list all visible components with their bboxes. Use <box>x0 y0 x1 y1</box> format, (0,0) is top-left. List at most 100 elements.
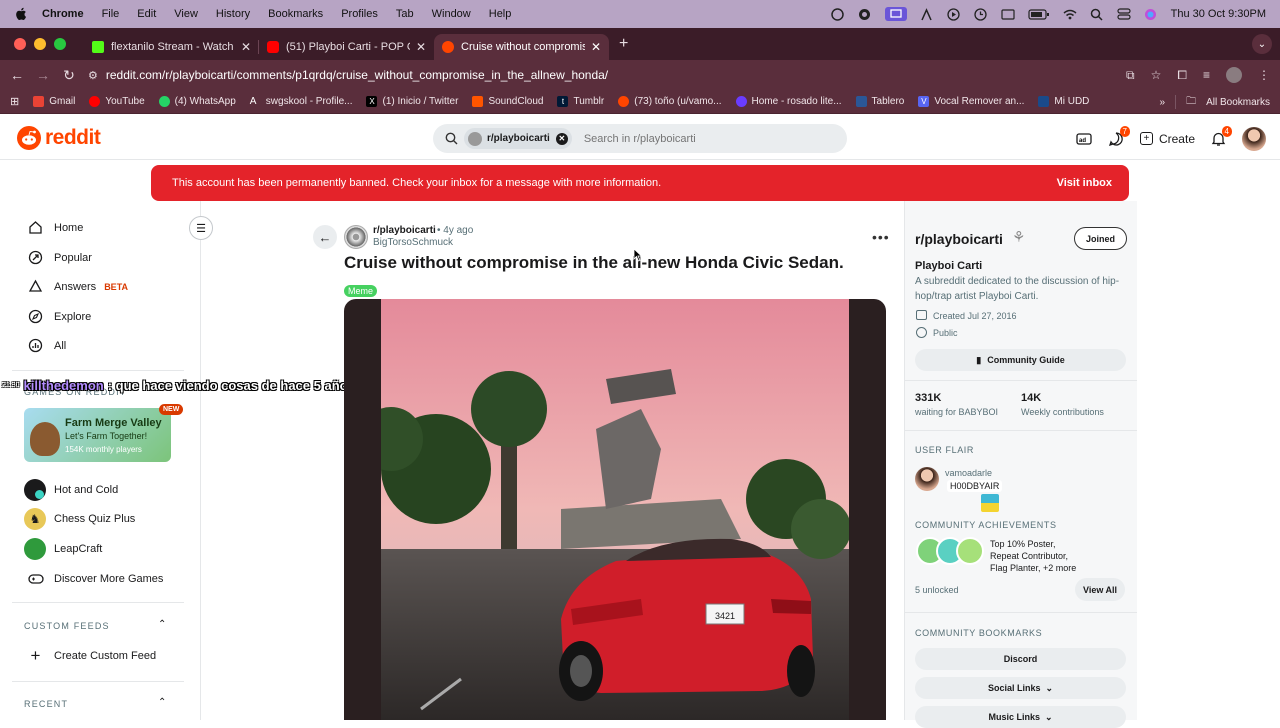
collapse-sidebar-button[interactable]: ☰ <box>189 216 213 240</box>
post-subreddit-link[interactable]: r/playboicarti <box>373 225 436 236</box>
bookmark-swgskool[interactable]: Aswgskool - Profile... <box>250 96 353 107</box>
advertise-icon[interactable]: ad <box>1076 132 1092 146</box>
record-status-icon[interactable] <box>858 7 872 21</box>
flair-user-avatar[interactable] <box>915 467 939 491</box>
bookmark-twitter[interactable]: X (1) Inicio / Twitter <box>366 96 458 107</box>
menu-edit[interactable]: Edit <box>137 8 156 20</box>
menu-tab[interactable]: Tab <box>396 8 414 20</box>
shield-status-icon[interactable] <box>831 7 845 21</box>
bookmark-soundcloud[interactable]: SoundCloud <box>472 96 543 107</box>
game-leapcraft[interactable]: LeapCraft <box>24 538 102 560</box>
play-icon[interactable] <box>947 7 961 21</box>
new-tab-plus-icon[interactable]: + <box>619 35 628 53</box>
forward-arrow-icon[interactable]: → <box>30 67 56 83</box>
control-center-icon[interactable] <box>1117 7 1131 21</box>
chrome-menu-icon[interactable]: ⋮ <box>1258 68 1270 82</box>
menu-history[interactable]: History <box>216 8 250 20</box>
sidebar-item-home[interactable]: Home <box>27 219 83 236</box>
extensions-icon[interactable]: ⧠ <box>1177 68 1187 83</box>
chat-icon[interactable]: 7 <box>1108 125 1130 147</box>
joined-button[interactable]: Joined <box>1074 227 1127 250</box>
flair-text[interactable]: H00DBYAIR <box>947 480 1003 492</box>
menubar-clock[interactable]: Thu 30 Oct 9:30PM <box>1171 8 1266 20</box>
browser-tab-reddit[interactable]: Cruise without compromise in ✕ <box>434 34 609 60</box>
view-all-achievements-button[interactable]: View All <box>1075 578 1125 601</box>
menu-file[interactable]: File <box>102 8 120 20</box>
spotlight-search-icon[interactable] <box>1090 7 1104 21</box>
battery-icon[interactable] <box>1028 7 1050 21</box>
reload-icon[interactable]: ↻ <box>56 67 82 84</box>
address-bar[interactable]: ⚙ reddit.com/r/playboicarti/comments/p1q… <box>88 62 1158 88</box>
site-settings-icon[interactable]: ⚙ <box>88 69 98 82</box>
user-avatar[interactable] <box>1242 126 1266 151</box>
browser-tab-kick[interactable]: flextanilo Stream - Watch Live ✕ <box>84 34 259 60</box>
menu-app-name[interactable]: Chrome <box>42 8 84 20</box>
all-bookmarks-folder-icon[interactable]: 🗀 <box>1186 94 1196 111</box>
post-more-options-icon[interactable]: ••• <box>872 229 890 245</box>
bookmark-star-icon[interactable]: ☆ <box>1151 68 1162 82</box>
menu-help[interactable]: Help <box>489 8 512 20</box>
recent-chevron-up-icon[interactable]: ⌃ <box>158 697 166 708</box>
game-chess-quiz-plus[interactable]: ♞ Chess Quiz Plus <box>24 508 135 530</box>
close-window-button[interactable] <box>14 38 26 50</box>
back-button[interactable]: ← <box>313 225 337 249</box>
menu-window[interactable]: Window <box>432 8 471 20</box>
siri-icon[interactable] <box>1144 7 1158 21</box>
menu-bookmarks[interactable]: Bookmarks <box>268 8 323 20</box>
close-tab-icon[interactable]: ✕ <box>591 40 601 54</box>
search-bar[interactable]: r/playboicarti ✕ <box>433 124 847 153</box>
close-tab-icon[interactable]: ✕ <box>241 40 251 54</box>
screen-mirror-icon[interactable] <box>884 7 907 21</box>
subreddit-search-chip[interactable]: r/playboicarti ✕ <box>464 128 572 149</box>
keyboard-icon[interactable] <box>1001 7 1015 21</box>
airdrop-icon[interactable] <box>920 7 934 21</box>
menu-view[interactable]: View <box>174 8 198 20</box>
visit-inbox-link[interactable]: Visit inbox <box>1057 177 1112 189</box>
zoom-window-button[interactable] <box>54 38 66 50</box>
browser-tab-youtube[interactable]: (51) Playboi Carti - POP OUT ✕ <box>259 34 434 60</box>
bookmark-youtube[interactable]: YouTube <box>89 96 145 107</box>
close-tab-icon[interactable]: ✕ <box>416 40 426 54</box>
reading-list-icon[interactable]: ≡ <box>1203 68 1210 82</box>
url-text[interactable]: reddit.com/r/playboicarti/comments/p1qrd… <box>106 68 608 82</box>
menu-profiles[interactable]: Profiles <box>341 8 378 20</box>
search-input[interactable] <box>583 132 824 145</box>
bookmark-reddit-profile[interactable]: (73) toño (u/vamo... <box>618 96 722 107</box>
discover-more-games[interactable]: Discover More Games <box>27 570 163 587</box>
bookmark-whatsapp[interactable]: (4) WhatsApp <box>158 96 236 107</box>
profile-avatar-icon[interactable] <box>1226 67 1242 83</box>
subreddit-avatar[interactable] <box>344 225 368 249</box>
tab-search-chevron-icon[interactable]: ⌄ <box>1252 34 1272 54</box>
bookmark-gmail[interactable]: Gmail <box>33 96 75 107</box>
time-machine-icon[interactable] <box>974 7 988 21</box>
bookmark-vocal-remover[interactable]: V Vocal Remover an... <box>918 96 1024 107</box>
recent-heading[interactable]: RECENT <box>24 699 68 709</box>
music-links-button[interactable]: Music Links ⌄ <box>915 706 1126 728</box>
sidebar-item-popular[interactable]: Popular <box>27 249 92 266</box>
clear-chip-icon[interactable]: ✕ <box>555 132 568 145</box>
apps-grid-icon[interactable]: ⊞ <box>10 95 19 108</box>
apple-icon[interactable] <box>14 7 28 21</box>
sidebar-item-answers[interactable]: Answers BETA <box>27 278 128 295</box>
bookmark-mi-udd[interactable]: Mi UDD <box>1038 96 1089 107</box>
game-hot-and-cold[interactable]: Hot and Cold <box>24 479 118 501</box>
social-links-button[interactable]: Social Links ⌄ <box>915 677 1126 699</box>
featured-game-card[interactable]: Farm Merge Valley Let's Farm Together! 1… <box>24 408 171 462</box>
create-custom-feed[interactable]: + Create Custom Feed <box>27 646 157 665</box>
wifi-icon[interactable] <box>1063 7 1077 21</box>
custom-feeds-heading[interactable]: CUSTOM FEEDS <box>24 621 110 631</box>
post-author-link[interactable]: BigTorsoSchmuck <box>373 237 453 248</box>
all-bookmarks-label[interactable]: All Bookmarks <box>1206 97 1270 108</box>
sidebar-item-all[interactable]: All <box>27 337 66 354</box>
post-image[interactable]: 3421 <box>344 299 886 720</box>
bookmark-tablero[interactable]: Tablero <box>855 96 904 107</box>
more-bookmarks-chevron-icon[interactable]: » <box>1160 97 1166 108</box>
custom-feeds-chevron-up-icon[interactable]: ⌃ <box>158 619 166 630</box>
post-flair[interactable]: Meme <box>344 285 378 297</box>
create-post-button[interactable]: + Create <box>1139 132 1195 146</box>
community-name[interactable]: r/playboicarti <box>915 231 1003 247</box>
install-app-icon[interactable]: ⧉ <box>1126 68 1135 83</box>
discord-bookmark-button[interactable]: Discord <box>915 648 1126 670</box>
back-arrow-icon[interactable]: ← <box>4 67 30 83</box>
sidebar-item-explore[interactable]: Explore <box>27 308 91 325</box>
